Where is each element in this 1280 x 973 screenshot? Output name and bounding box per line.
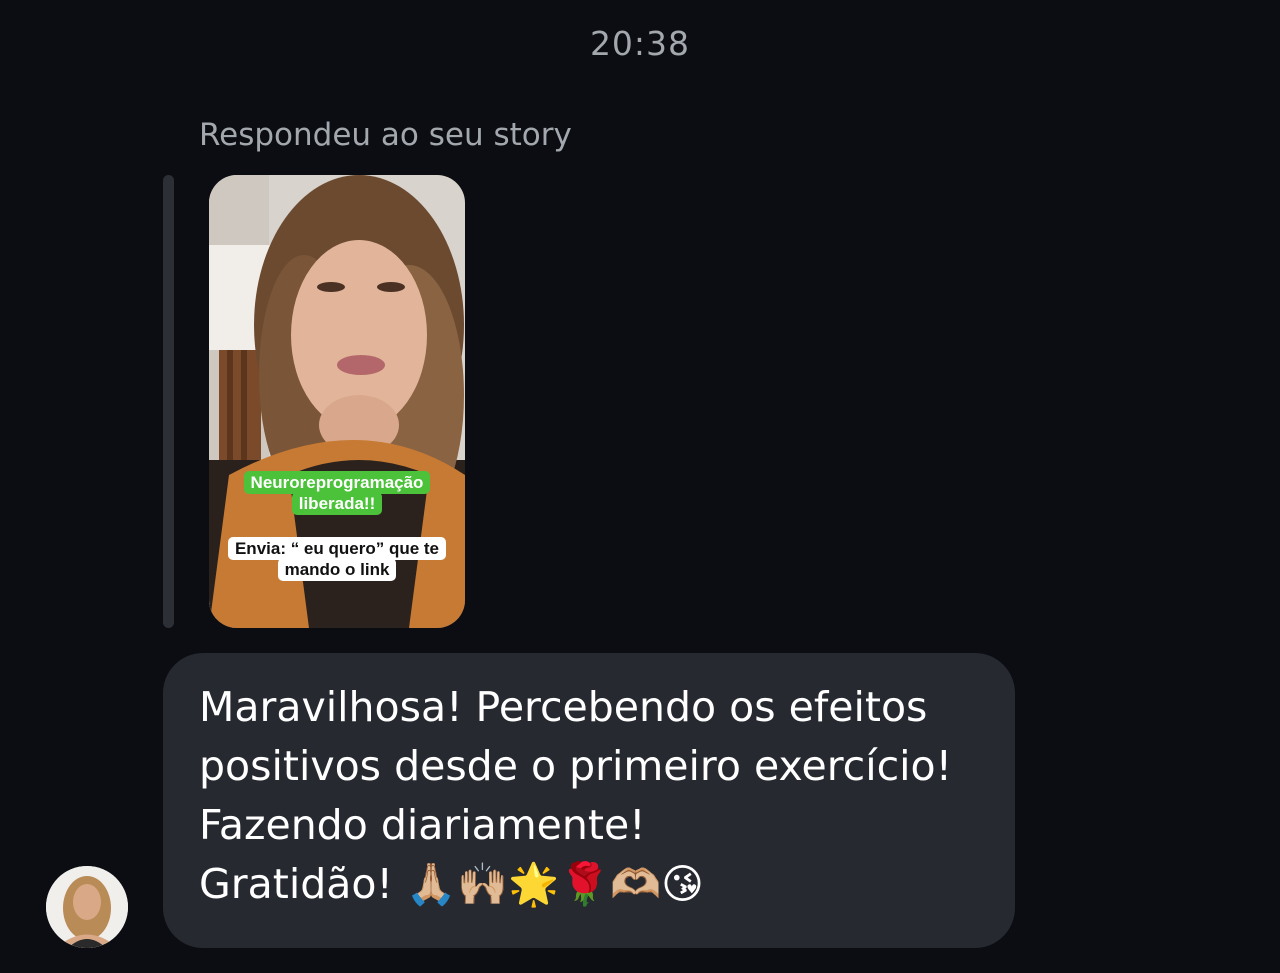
story-thumbnail[interactable]: Neuroreprogramação liberada!! Envia: “ e… — [209, 175, 465, 628]
story-reply-caption: Respondeu ao seu story — [199, 117, 572, 153]
reply-quote-bar — [163, 175, 174, 628]
message-bubble[interactable]: Maravilhosa! Percebendo os efeitos posit… — [163, 653, 1015, 948]
message-timestamp: 20:38 — [589, 24, 691, 63]
avatar-photo-icon — [46, 866, 128, 948]
story-sticker-white: Envia: “ eu quero” que te mando o link — [223, 537, 451, 581]
message-text: Maravilhosa! Percebendo os efeitos posit… — [199, 683, 953, 908]
story-sticker-green: Neuroreprogramação liberada!! — [223, 471, 451, 515]
sender-avatar[interactable] — [46, 866, 128, 948]
